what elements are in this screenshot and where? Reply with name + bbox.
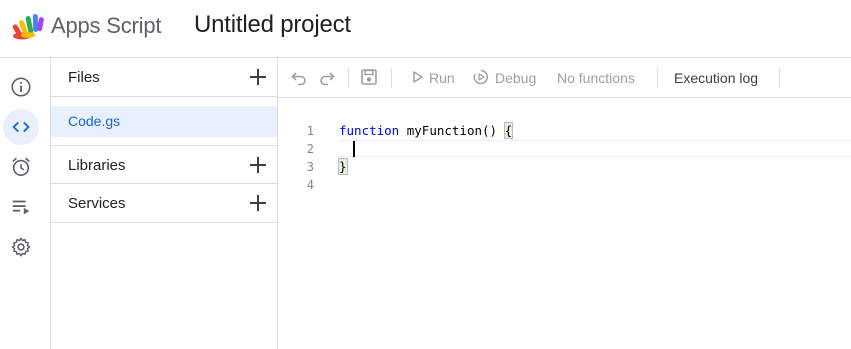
apps-script-logo-icon[interactable] bbox=[12, 12, 46, 40]
rail-item-triggers[interactable] bbox=[3, 149, 39, 185]
app-header: Apps Script Untitled project bbox=[0, 0, 851, 58]
libraries-label: Libraries bbox=[68, 157, 126, 174]
redo-icon[interactable] bbox=[318, 68, 336, 86]
file-name: Code.gs bbox=[68, 113, 121, 129]
current-line-highlight bbox=[338, 140, 851, 157]
code-line-3: } bbox=[338, 158, 348, 175]
nav-rail bbox=[0, 58, 51, 349]
executions-icon bbox=[12, 200, 30, 215]
undo-icon[interactable] bbox=[290, 68, 308, 86]
plus-icon bbox=[250, 195, 266, 211]
plus-icon bbox=[250, 69, 266, 85]
text-cursor bbox=[353, 141, 355, 157]
run-button[interactable]: Run bbox=[429, 70, 455, 86]
code-editor[interactable]: 1 2 3 4 function myFunction() { } bbox=[278, 98, 851, 349]
close-brace: } bbox=[338, 158, 348, 175]
services-label: Services bbox=[68, 195, 126, 212]
info-icon bbox=[11, 77, 31, 97]
toolbar-divider bbox=[657, 68, 658, 88]
gear-icon bbox=[11, 237, 31, 257]
code-icon bbox=[12, 121, 30, 133]
keyword: function bbox=[339, 123, 400, 138]
function-select[interactable]: No functions bbox=[557, 70, 635, 86]
debug-icon bbox=[473, 69, 488, 85]
save-icon[interactable] bbox=[360, 68, 378, 86]
files-label: Files bbox=[68, 69, 100, 86]
line-number: 2 bbox=[306, 142, 314, 156]
rail-item-settings[interactable] bbox=[3, 229, 39, 265]
rail-item-editor[interactable] bbox=[3, 109, 39, 145]
add-file-button[interactable] bbox=[247, 66, 269, 88]
code-line-1: function myFunction() { bbox=[339, 122, 514, 139]
open-brace: { bbox=[503, 122, 514, 139]
line-number: 1 bbox=[306, 124, 314, 138]
alarm-icon bbox=[12, 157, 30, 177]
project-title[interactable]: Untitled project bbox=[194, 11, 351, 39]
services-section-header: Services bbox=[51, 184, 277, 223]
toolbar-divider bbox=[348, 68, 349, 88]
toolbar-divider bbox=[391, 68, 392, 88]
function-signature: myFunction() bbox=[399, 123, 505, 138]
plus-icon bbox=[250, 157, 266, 173]
execution-log-button[interactable]: Execution log bbox=[674, 70, 758, 86]
debug-button[interactable]: Debug bbox=[495, 70, 536, 86]
add-service-button[interactable] bbox=[247, 192, 269, 214]
line-number: 4 bbox=[306, 178, 314, 192]
rail-item-overview[interactable] bbox=[3, 69, 39, 105]
line-number: 3 bbox=[306, 160, 314, 174]
play-icon bbox=[413, 71, 423, 83]
rail-item-executions[interactable] bbox=[3, 189, 39, 225]
toolbar-divider bbox=[779, 68, 780, 88]
editor-toolbar: Run Debug No functions Execution log bbox=[278, 58, 851, 98]
files-section-header: Files bbox=[51, 58, 277, 97]
files-panel: Files Code.gs Libraries Services bbox=[51, 58, 278, 349]
app-name: Apps Script bbox=[51, 13, 162, 38]
file-item-code-gs[interactable]: Code.gs bbox=[51, 106, 277, 137]
libraries-section-header: Libraries bbox=[51, 145, 277, 184]
add-library-button[interactable] bbox=[247, 154, 269, 176]
